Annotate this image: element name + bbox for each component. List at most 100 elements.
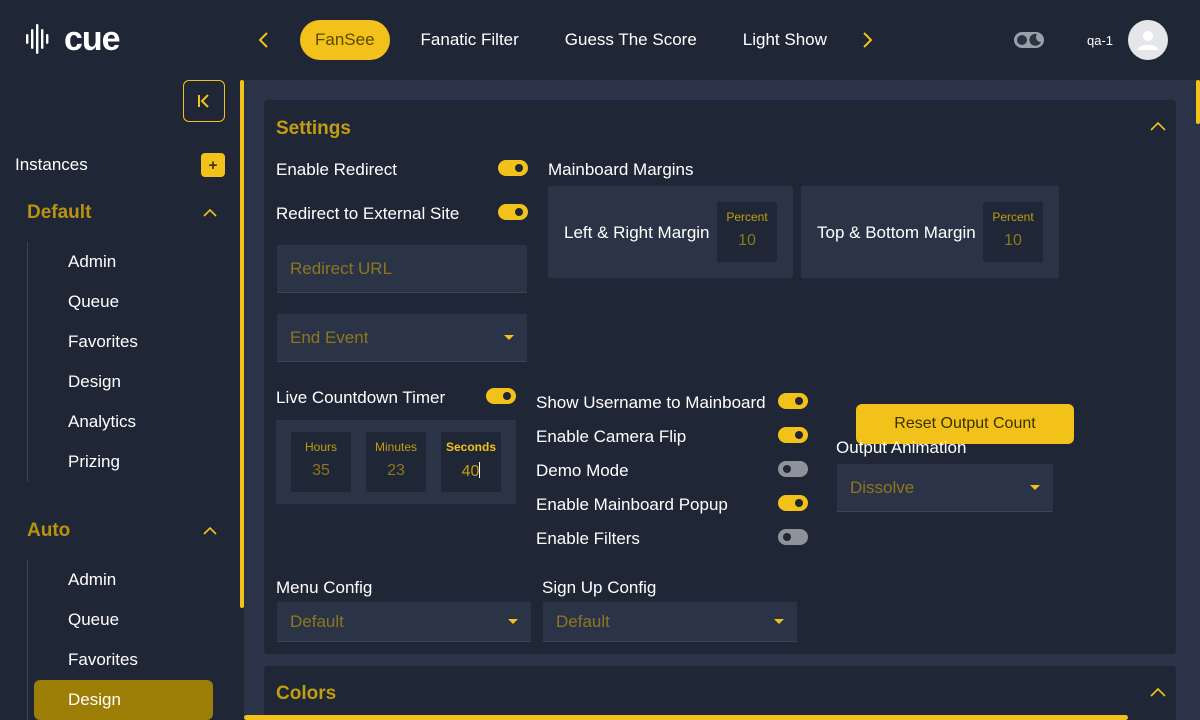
main-scrollbar[interactable] (1196, 80, 1200, 124)
countdown-label: Live Countdown Timer (276, 388, 446, 407)
sidebar: Instances + Default Admin Queue Favorite… (0, 80, 240, 720)
redirect-external-toggle[interactable] (498, 204, 528, 220)
sidebar-item-favorites[interactable]: Favorites (68, 332, 138, 352)
left-right-margin-box: Left & Right Margin Percent 10 (548, 186, 793, 278)
redirect-url-input[interactable]: Redirect URL (277, 245, 527, 293)
sidebar-item-admin[interactable]: Admin (68, 570, 116, 590)
chevron-right-icon (863, 32, 873, 48)
tab-fanatic-filter[interactable]: Fanatic Filter (406, 20, 534, 60)
tab-fansee[interactable]: FanSee (300, 20, 390, 60)
enable-redirect-toggle[interactable] (498, 160, 528, 176)
seconds-label: Seconds (445, 440, 496, 454)
main-content: Settings Enable Redirect Redirect to Ext… (244, 80, 1200, 720)
top-bottom-margin-label: Top & Bottom Margin (817, 223, 976, 242)
signup-config-select[interactable]: Default (543, 602, 797, 642)
sidebar-item-admin[interactable]: Admin (68, 252, 116, 272)
countdown-toggle[interactable] (486, 388, 516, 404)
text-cursor (479, 462, 481, 478)
camera-flip-toggle[interactable] (778, 427, 808, 443)
add-instance-button[interactable]: + (201, 153, 225, 177)
sidebar-item-design[interactable]: Design (68, 690, 121, 710)
menu-config-select[interactable]: Default (277, 602, 531, 642)
left-right-margin-label: Left & Right Margin (564, 223, 710, 242)
group-default-header[interactable]: Default (27, 202, 217, 224)
app-logo[interactable]: cue (24, 20, 121, 58)
minutes-input[interactable]: Minutes 23 (366, 432, 426, 492)
hours-input[interactable]: Hours 35 (291, 432, 351, 492)
moon-icon (1029, 33, 1041, 46)
sidebar-item-active-highlight[interactable] (34, 680, 213, 720)
signup-config-value: Default (556, 611, 610, 631)
seconds-value-text: 40 (461, 463, 480, 480)
chevron-up-icon (203, 526, 217, 535)
chevron-up-icon[interactable] (1150, 687, 1166, 697)
caret-down-icon (508, 618, 518, 624)
chevron-left-icon (258, 32, 268, 48)
seconds-value: 40 (441, 462, 501, 481)
hours-label: Hours (304, 440, 337, 454)
top-bottom-margin-value: 10 (1004, 232, 1022, 249)
sidebar-item-design[interactable]: Design (68, 372, 121, 392)
left-right-margin-value: 10 (738, 232, 756, 249)
settings-card: Settings Enable Redirect Redirect to Ext… (264, 100, 1176, 654)
toggle-knob (783, 465, 791, 473)
tab-bar: FanSee Fanatic Filter Guess The Score Li… (300, 20, 850, 60)
output-animation-value: Dissolve (850, 477, 915, 497)
demo-mode-toggle[interactable] (778, 461, 808, 477)
caret-down-icon (774, 618, 784, 624)
mainboard-margins-label: Mainboard Margins (548, 160, 694, 179)
tabs-next-button[interactable] (855, 28, 879, 52)
show-username-toggle[interactable] (778, 393, 808, 409)
sidebar-item-prizing[interactable]: Prizing (68, 452, 120, 472)
percent-label: Percent (726, 210, 768, 224)
minutes-label: Minutes (374, 440, 418, 454)
avatar[interactable] (1128, 20, 1168, 60)
output-animation-select[interactable]: Dissolve (837, 464, 1053, 512)
colors-card: Colors (264, 666, 1176, 720)
logo-text: cue (64, 20, 121, 58)
seconds-input[interactable]: Seconds 40 (441, 432, 501, 492)
instances-header: Instances + (15, 153, 225, 177)
mainboard-popup-toggle[interactable] (778, 495, 808, 511)
top-bottom-margin-input[interactable]: Percent 10 (983, 202, 1043, 262)
minutes-value: 23 (387, 462, 405, 479)
menu-config-label: Menu Config (276, 578, 373, 597)
collapse-left-icon (198, 94, 209, 108)
chevron-up-icon[interactable] (1150, 121, 1166, 131)
group-auto-header[interactable]: Auto (27, 520, 217, 542)
enable-redirect-label: Enable Redirect (276, 160, 397, 179)
sidebar-item-favorites[interactable]: Favorites (68, 650, 138, 670)
settings-title: Settings (276, 118, 351, 139)
instances-label: Instances (15, 155, 88, 174)
demo-mode-label: Demo Mode (536, 461, 629, 480)
horizontal-scrollbar[interactable] (244, 715, 1128, 720)
end-event-select[interactable]: End Event (277, 314, 527, 362)
logo-wave-icon (26, 24, 49, 54)
tab-guess-the-score[interactable]: Guess The Score (550, 20, 712, 60)
caret-down-icon (1030, 484, 1040, 490)
tab-light-show[interactable]: Light Show (728, 20, 842, 60)
top-bottom-margin-box: Top & Bottom Margin Percent 10 (801, 186, 1059, 278)
tabs-prev-button[interactable] (252, 28, 276, 52)
toggle-knob (795, 499, 803, 507)
sidebar-item-queue[interactable]: Queue (68, 292, 119, 312)
toggle-knob (795, 397, 803, 405)
toggle-knob (1017, 35, 1027, 45)
sidebar-item-analytics[interactable]: Analytics (68, 412, 136, 432)
mainboard-popup-label: Enable Mainboard Popup (536, 495, 728, 514)
menu-config-value: Default (290, 611, 344, 631)
enable-filters-toggle[interactable] (778, 529, 808, 545)
group-title: Auto (27, 520, 71, 541)
group-divider-line (27, 242, 28, 482)
theme-toggle[interactable] (1014, 32, 1044, 48)
camera-flip-label: Enable Camera Flip (536, 427, 687, 446)
countdown-timer-box: Hours 35 Minutes 23 Seconds 40 (276, 420, 516, 504)
sidebar-item-queue[interactable]: Queue (68, 610, 119, 630)
hours-value: 35 (312, 462, 330, 479)
output-animation-label: Output Animation (836, 438, 967, 457)
toggle-knob (783, 533, 791, 541)
sidebar-collapse-button[interactable] (183, 80, 225, 122)
end-event-placeholder: End Event (290, 327, 369, 347)
toggle-knob (515, 208, 523, 216)
left-right-margin-input[interactable]: Percent 10 (717, 202, 777, 262)
